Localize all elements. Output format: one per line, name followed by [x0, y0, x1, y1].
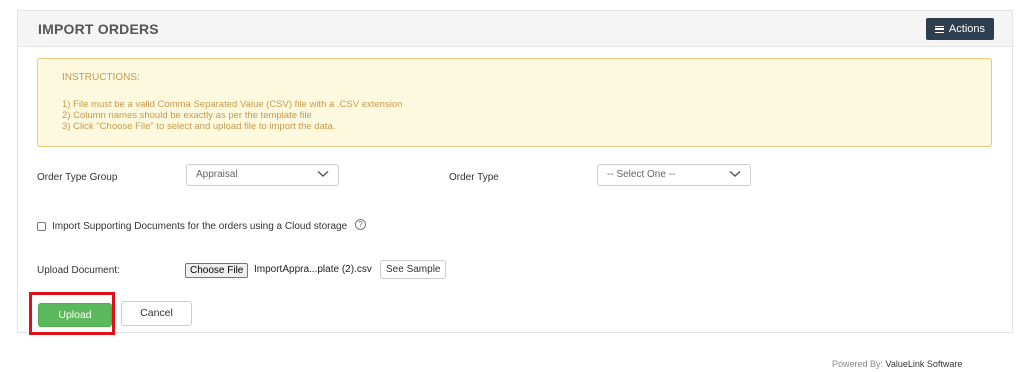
cloud-storage-label: Import Supporting Documents for the orde…: [52, 221, 348, 232]
choose-file-button[interactable]: Choose File: [185, 263, 249, 278]
import-orders-panel: IMPORT ORDERS Actions INSTRUCTIONS: 1) F…: [17, 10, 1013, 333]
upload-button[interactable]: Upload: [38, 303, 112, 327]
order-type-group-value: Appraisal: [196, 169, 238, 180]
instructions-heading: INSTRUCTIONS:: [62, 72, 140, 83]
chevron-down-icon: [317, 170, 329, 177]
instruction-line: 3) Click "Choose File" to select and upl…: [62, 121, 336, 132]
hamburger-icon: [934, 25, 944, 33]
order-type-group-select[interactable]: Appraisal: [186, 164, 339, 186]
question-circle-icon[interactable]: ?: [355, 219, 366, 230]
footer-brand[interactable]: ValueLink Software: [886, 359, 963, 369]
instruction-line: 2) Column names should be exactly as per…: [62, 110, 312, 121]
panel-header: IMPORT ORDERS Actions: [18, 11, 1012, 47]
order-type-group-label: Order Type Group: [37, 172, 118, 183]
order-type-value: -- Select One --: [607, 169, 676, 180]
footer-prefix: Powered By:: [832, 359, 884, 369]
actions-button[interactable]: Actions: [925, 18, 994, 40]
footer-credit: Powered By: ValueLink Software: [832, 359, 962, 369]
page-title: IMPORT ORDERS: [38, 21, 159, 37]
chevron-down-icon: [729, 170, 741, 177]
instruction-line: 1) File must be a valid Comma Separated …: [62, 99, 403, 110]
upload-document-label: Upload Document:: [37, 265, 120, 276]
order-type-label: Order Type: [449, 172, 499, 183]
selected-file-name: ImportAppra...plate (2).csv: [254, 264, 372, 275]
order-type-select[interactable]: -- Select One --: [597, 164, 751, 186]
cloud-storage-checkbox[interactable]: [37, 222, 46, 231]
cancel-button[interactable]: Cancel: [121, 301, 192, 326]
instructions-list: 1) File must be a valid Comma Separated …: [62, 99, 402, 132]
actions-label: Actions: [948, 23, 985, 35]
instructions-box: INSTRUCTIONS: 1) File must be a valid Co…: [37, 58, 992, 147]
see-sample-button[interactable]: See Sample: [380, 260, 447, 279]
